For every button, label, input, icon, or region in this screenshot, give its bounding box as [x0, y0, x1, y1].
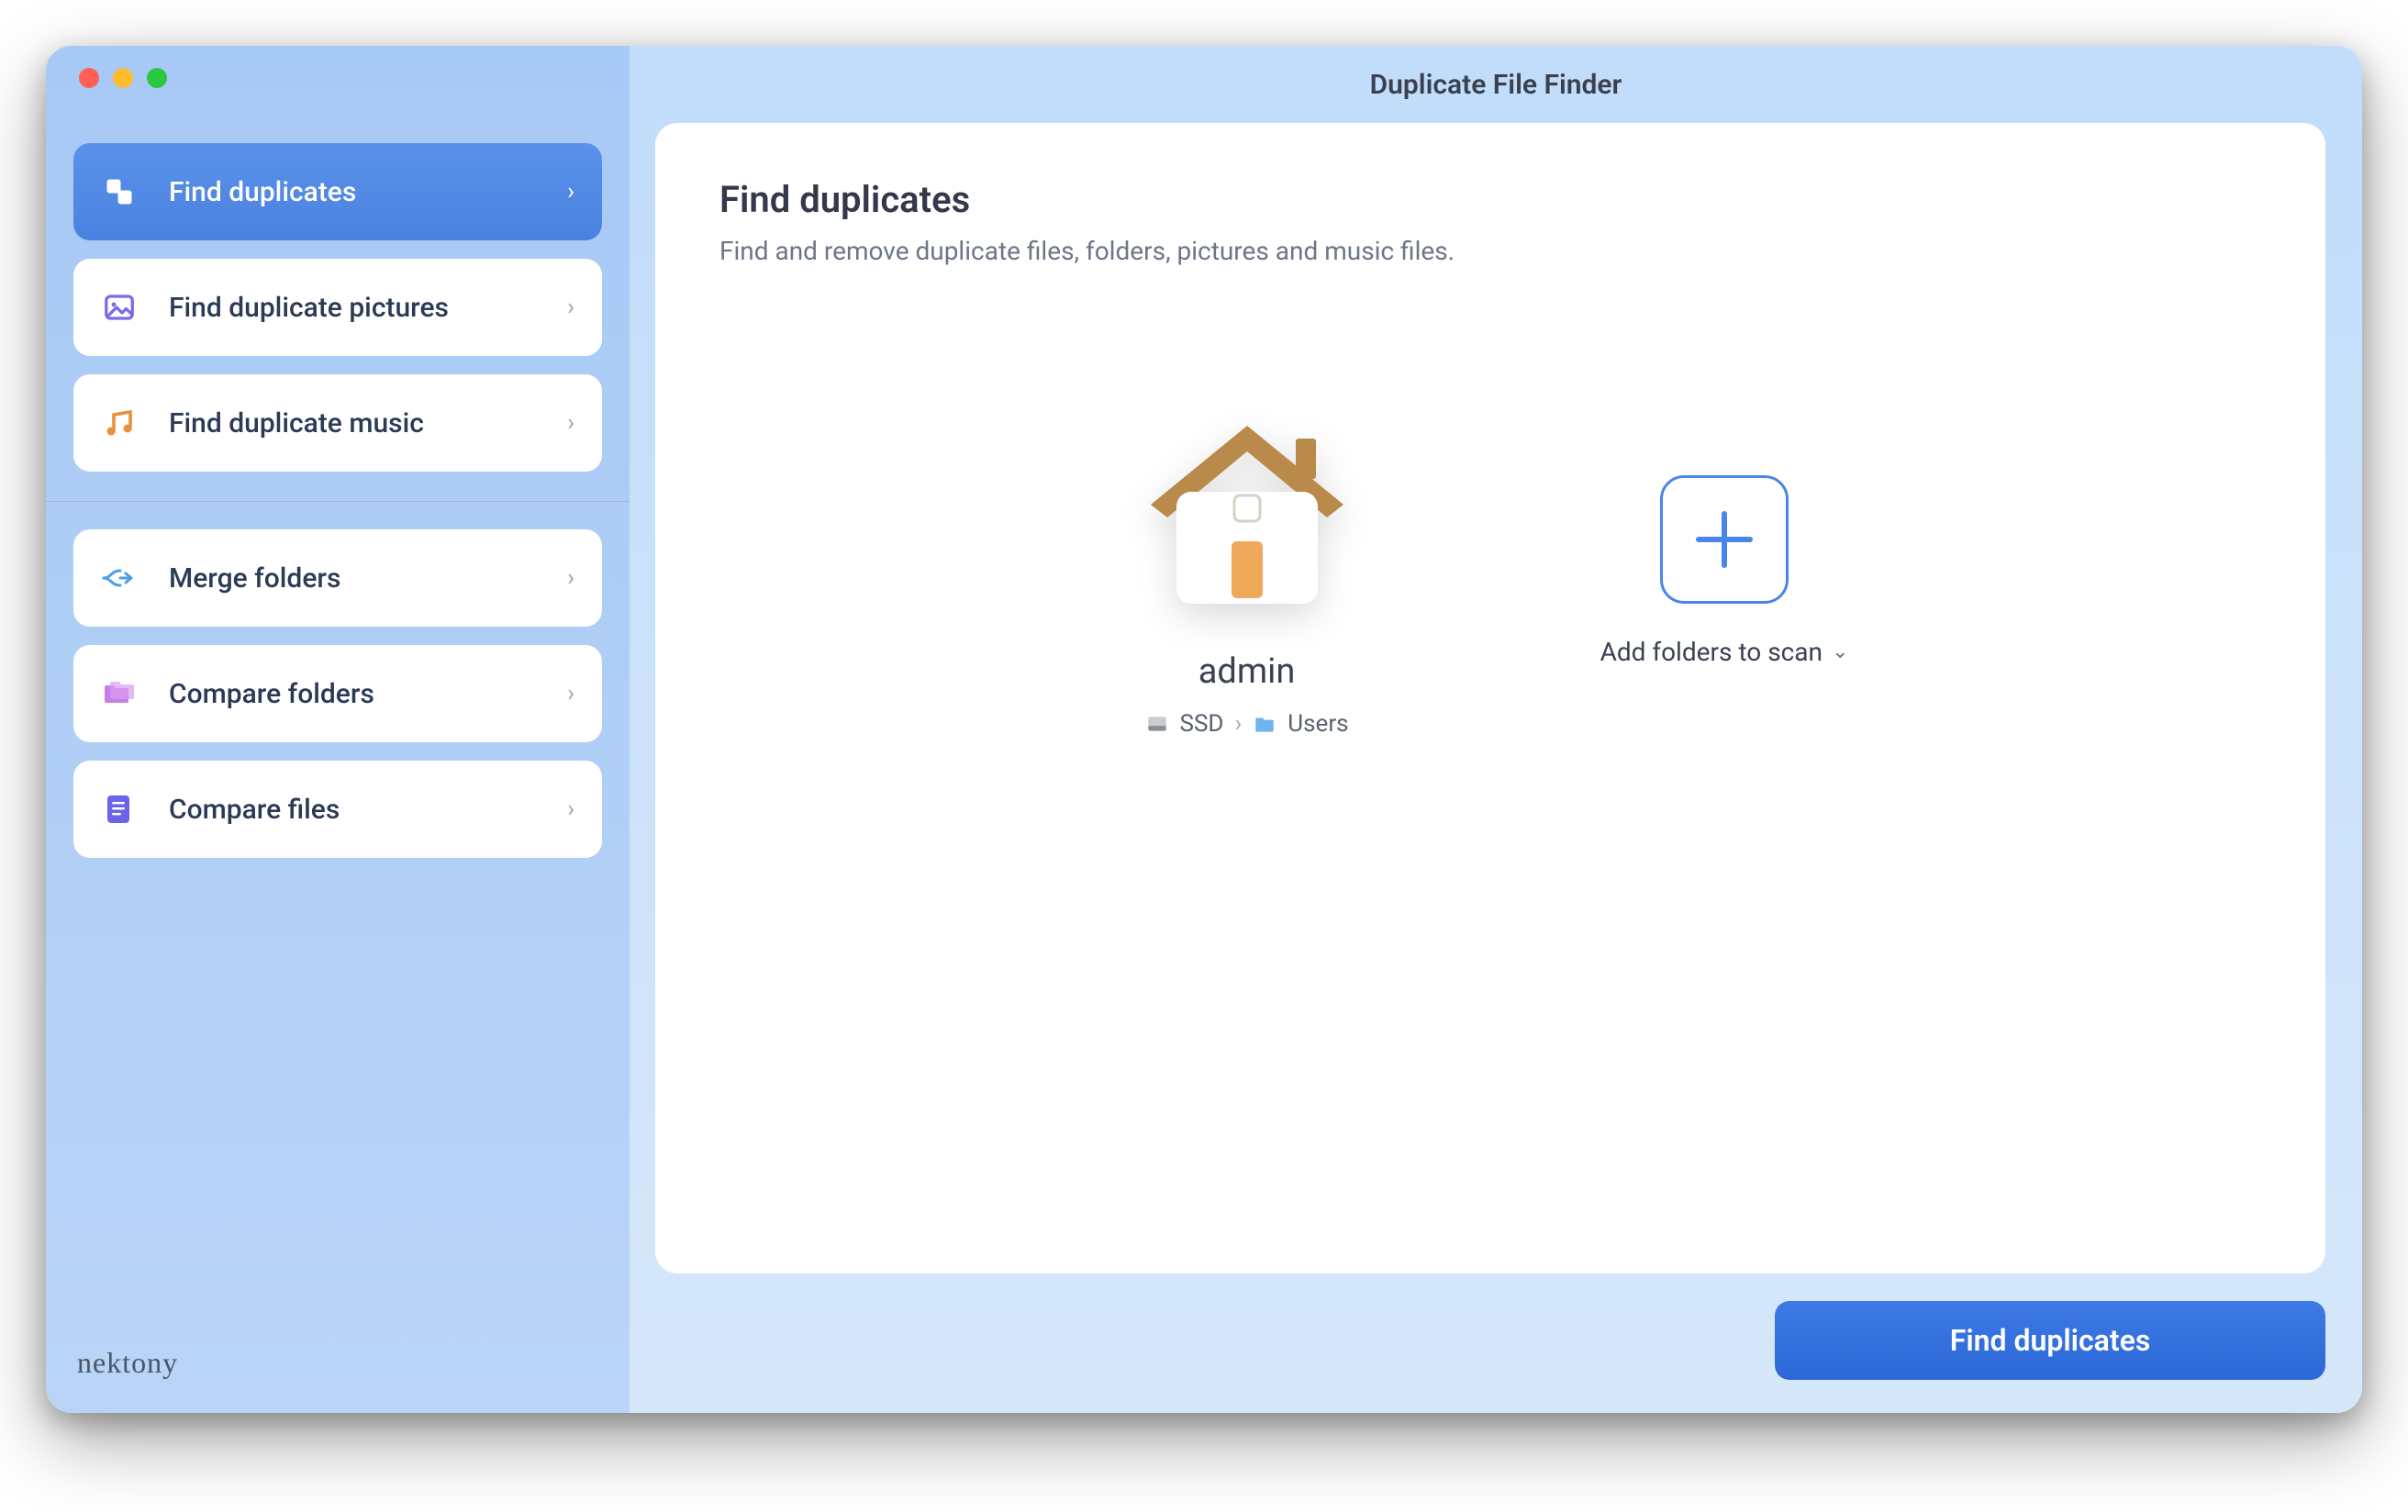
folder-name: admin — [1198, 651, 1296, 692]
chevron-right-icon: › — [567, 409, 574, 437]
add-folder: Add folders to scan ⌄ — [1600, 475, 1849, 667]
find-duplicates-button[interactable]: Find duplicates — [1775, 1301, 2325, 1380]
footer: Find duplicates — [630, 1273, 2362, 1413]
sidebar-item-compare-files[interactable]: Compare files › — [73, 761, 602, 858]
selected-folder[interactable]: admin SSD › Users — [1132, 404, 1362, 738]
content-panel: Find duplicates Find and remove duplicat… — [655, 123, 2325, 1273]
sidebar-item-merge-folders[interactable]: Merge folders › — [73, 529, 602, 627]
merge-icon — [101, 560, 138, 596]
page-subtitle: Find and remove duplicate files, folders… — [719, 236, 2261, 266]
sidebar-item-label: Merge folders — [169, 562, 567, 595]
sidebar: Find duplicates › Find duplicate picture… — [46, 46, 630, 1413]
sidebar-item-label: Find duplicate pictures — [169, 292, 567, 324]
music-icon — [101, 405, 138, 441]
compare-folders-icon — [101, 675, 138, 712]
sidebar-item-label: Compare files — [169, 794, 567, 826]
add-folder-label: Add folders to scan — [1600, 637, 1823, 667]
plus-icon — [1688, 503, 1761, 576]
sidebar-item-label: Find duplicates — [169, 176, 567, 208]
add-folder-dropdown[interactable]: Add folders to scan ⌄ — [1600, 637, 1849, 667]
sidebar-item-find-music[interactable]: Find duplicate music › — [73, 374, 602, 472]
sidebar-item-label: Find duplicate music — [169, 407, 567, 439]
folder-icon — [1253, 712, 1276, 736]
chevron-right-icon: › — [567, 564, 574, 592]
sidebar-item-find-duplicates[interactable]: Find duplicates › — [73, 143, 602, 240]
titlebar: Duplicate File Finder — [630, 46, 2362, 123]
chevron-right-icon: › — [567, 178, 574, 206]
app-window: Find duplicates › Find duplicate picture… — [46, 46, 2362, 1413]
chevron-right-icon: › — [1234, 710, 1242, 738]
home-folder-icon — [1132, 404, 1362, 618]
folder-path: SSD › Users — [1145, 710, 1349, 738]
main-area: Duplicate File Finder Find duplicates Fi… — [630, 46, 2362, 1413]
pictures-icon — [101, 289, 138, 326]
chevron-right-icon: › — [567, 294, 574, 321]
sidebar-item-compare-folders[interactable]: Compare folders › — [73, 645, 602, 742]
sidebar-item-label: Compare folders — [169, 678, 567, 710]
sidebar-divider — [46, 501, 630, 502]
brand-logo: nektony — [77, 1346, 178, 1380]
page-title: Find duplicates — [719, 178, 2261, 221]
window-controls — [79, 68, 602, 88]
window-title: Duplicate File Finder — [1370, 69, 1622, 101]
chevron-right-icon: › — [567, 680, 574, 707]
add-folder-button[interactable] — [1660, 475, 1789, 604]
minimize-icon[interactable] — [113, 68, 133, 88]
sidebar-item-find-pictures[interactable]: Find duplicate pictures › — [73, 259, 602, 356]
path-segment: SSD — [1180, 710, 1224, 738]
duplicates-icon — [101, 173, 138, 210]
scan-targets: admin SSD › Users — [719, 404, 2261, 738]
disk-icon — [1145, 712, 1169, 736]
compare-files-icon — [101, 791, 138, 828]
close-icon[interactable] — [79, 68, 99, 88]
path-segment: Users — [1288, 710, 1348, 738]
chevron-right-icon: › — [567, 795, 574, 823]
chevron-down-icon: ⌄ — [1832, 640, 1848, 663]
maximize-icon[interactable] — [147, 68, 167, 88]
